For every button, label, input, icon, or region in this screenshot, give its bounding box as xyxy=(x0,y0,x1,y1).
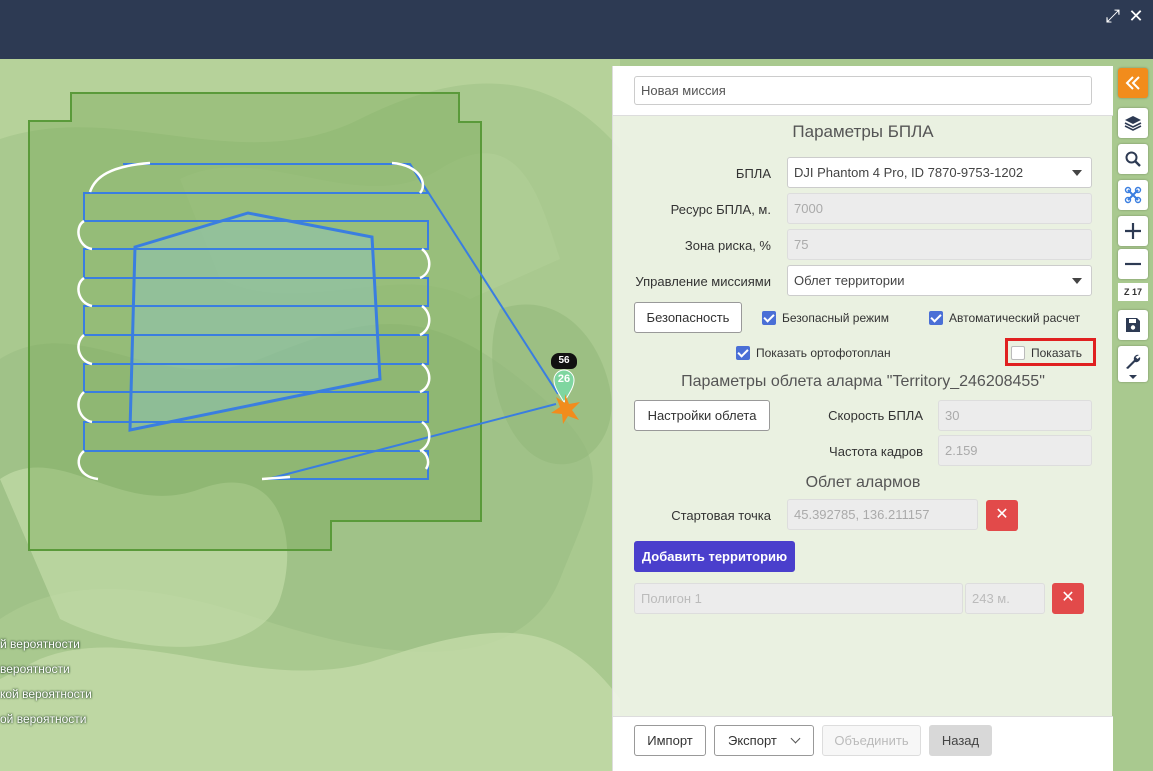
collapse-panel-button[interactable] xyxy=(1118,68,1148,98)
chevron-down-icon xyxy=(1072,170,1082,176)
auto-calc-label: Автоматический расчет xyxy=(949,311,1081,325)
save-button[interactable] xyxy=(1118,310,1148,340)
safe-mode-checkbox[interactable]: Безопасный режим xyxy=(762,310,889,326)
back-button[interactable]: Назад xyxy=(929,725,992,756)
minus-icon xyxy=(1125,262,1141,266)
polygon-length-field: 243 м. xyxy=(965,583,1045,614)
zoom-in-button[interactable] xyxy=(1118,216,1148,246)
frame-rate-label: Частота кадров xyxy=(829,444,923,459)
alarms-title: Облет алармов xyxy=(805,474,921,491)
show-checkbox[interactable]: Показать xyxy=(1011,345,1082,361)
marker-pin-label: 26 xyxy=(557,373,571,385)
search-icon xyxy=(1125,151,1141,167)
marker-count-badge[interactable]: 56 xyxy=(551,353,577,369)
import-button[interactable]: Импорт xyxy=(634,725,706,756)
uav-select[interactable]: DJI Phantom 4 Pro, ID 7870-9753-1202 xyxy=(787,157,1092,188)
uav-params-title: Параметры БПЛА xyxy=(792,122,934,141)
chevron-down-icon xyxy=(790,733,801,744)
close-icon[interactable]: ✕ xyxy=(1126,6,1146,26)
checkbox-checked-icon xyxy=(736,345,750,360)
alarm-params-title: Параметры облета аларма "Territory_24620… xyxy=(681,373,1045,390)
speed-field: 30 xyxy=(938,400,1092,431)
window-titlebar: ⤢ ✕ xyxy=(0,0,1153,59)
legend-item: ой вероятности xyxy=(0,712,87,726)
wrench-icon xyxy=(1126,354,1141,369)
frame-rate-field: 2.159 xyxy=(938,435,1092,466)
start-point-field: 45.392785, 136.211157 xyxy=(787,499,978,530)
export-button[interactable]: Экспорт xyxy=(714,725,814,756)
control-label: Управление миссиями xyxy=(635,274,771,289)
start-point-label: Стартовая точка xyxy=(671,508,771,523)
legend-item: й вероятности xyxy=(0,637,80,651)
delete-start-point-button[interactable]: ✕ xyxy=(986,500,1018,531)
star-icon xyxy=(551,394,580,424)
expand-icon[interactable]: ⤢ xyxy=(1103,6,1123,26)
control-select[interactable]: Облет территории xyxy=(787,265,1092,296)
chevron-down-icon xyxy=(1129,375,1137,379)
drone-icon xyxy=(1124,186,1142,204)
export-label: Экспорт xyxy=(728,733,777,748)
zoom-out-button[interactable] xyxy=(1118,249,1148,279)
start-point-marker[interactable] xyxy=(548,393,582,425)
layers-icon xyxy=(1124,116,1142,131)
double-chevron-left-icon xyxy=(1125,76,1140,90)
checkbox-checked-icon xyxy=(762,310,776,325)
resource-label: Ресурс БПЛА, м. xyxy=(670,202,771,217)
legend-item: кой вероятности xyxy=(0,687,92,701)
mission-name-input[interactable] xyxy=(634,76,1092,105)
uav-label: БПЛА xyxy=(735,166,771,181)
panel-header xyxy=(613,66,1113,116)
speed-label: Скорость БПЛА xyxy=(828,408,923,423)
merge-button[interactable]: Объединить xyxy=(822,725,921,756)
flight-settings-button[interactable]: Настройки облета xyxy=(634,400,770,431)
zoom-level-label: Z 17 xyxy=(1118,283,1148,301)
panel-footer: Импорт Экспорт Объединить Назад xyxy=(613,716,1113,771)
add-territory-button[interactable]: Добавить территорию xyxy=(634,541,795,572)
risk-label: Зона риска, % xyxy=(684,238,771,253)
drone-button[interactable] xyxy=(1118,180,1148,210)
risk-field: 75 xyxy=(787,229,1092,260)
uav-select-value: DJI Phantom 4 Pro, ID 7870-9753-1202 xyxy=(794,165,1024,180)
save-icon xyxy=(1126,318,1140,332)
show-ortho-checkbox[interactable]: Показать ортофотоплан xyxy=(736,345,891,361)
tools-button[interactable] xyxy=(1118,346,1148,382)
legend-item: вероятности xyxy=(0,662,70,676)
auto-calc-checkbox[interactable]: Автоматический расчет xyxy=(929,310,1080,326)
checkbox-checked-icon xyxy=(929,310,943,325)
control-select-value: Облет территории xyxy=(794,273,905,288)
show-ortho-label: Показать ортофотоплан xyxy=(756,346,891,360)
safety-button[interactable]: Безопасность xyxy=(634,302,742,333)
resource-field: 7000 xyxy=(787,193,1092,224)
safe-mode-label: Безопасный режим xyxy=(782,311,889,325)
delete-polygon-button[interactable]: ✕ xyxy=(1052,583,1084,614)
show-label: Показать xyxy=(1031,346,1083,360)
polygon-name-field[interactable]: Полигон 1 xyxy=(634,583,963,614)
plus-icon xyxy=(1125,223,1141,239)
layers-button[interactable] xyxy=(1118,108,1148,138)
search-button[interactable] xyxy=(1118,144,1148,174)
chevron-down-icon xyxy=(1072,278,1082,284)
mission-panel: Параметры БПЛА БПЛА DJI Phantom 4 Pro, I… xyxy=(612,66,1113,771)
checkbox-unchecked-icon xyxy=(1011,345,1025,360)
